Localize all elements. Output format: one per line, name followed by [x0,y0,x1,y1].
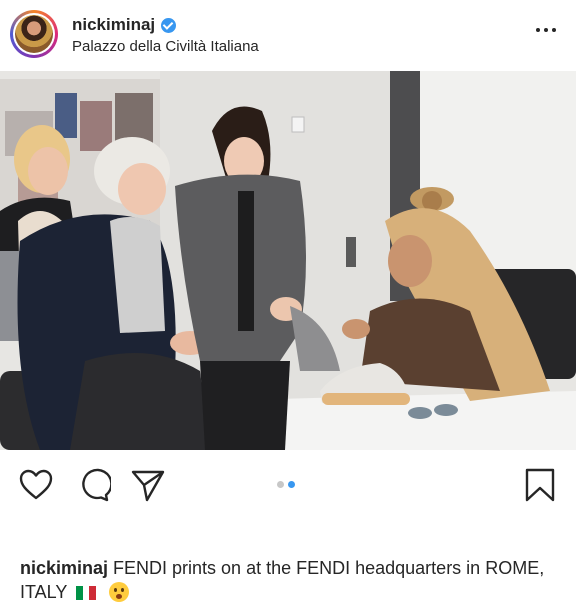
post-photo[interactable] [0,71,576,450]
avatar[interactable] [10,10,58,58]
shushing-face-emoji-icon [109,582,130,602]
carousel-indicator [277,481,295,488]
photo-illustration [0,71,576,450]
avatar-image [15,15,53,53]
carousel-dot-active [288,481,295,488]
comment-icon[interactable] [75,467,111,503]
heart-icon[interactable] [18,467,54,503]
more-options-button[interactable] [534,22,558,38]
share-icon[interactable] [130,467,166,503]
carousel-dot [277,481,284,488]
verified-badge-icon [161,17,177,33]
username-link[interactable]: nickiminaj [72,15,155,35]
username-row: nickiminaj [72,15,177,35]
more-horizontal-icon [536,28,540,32]
bookmark-icon[interactable] [522,467,558,503]
post-header: nickiminaj Palazzo della Civiltà Italian… [0,0,576,70]
italy-flag-icon [76,582,97,600]
post-caption: nickiminaj FENDI prints on at the FENDI … [20,556,560,604]
location-link[interactable]: Palazzo della Civiltà Italiana [72,38,259,55]
caption-username-link[interactable]: nickiminaj [20,558,108,578]
